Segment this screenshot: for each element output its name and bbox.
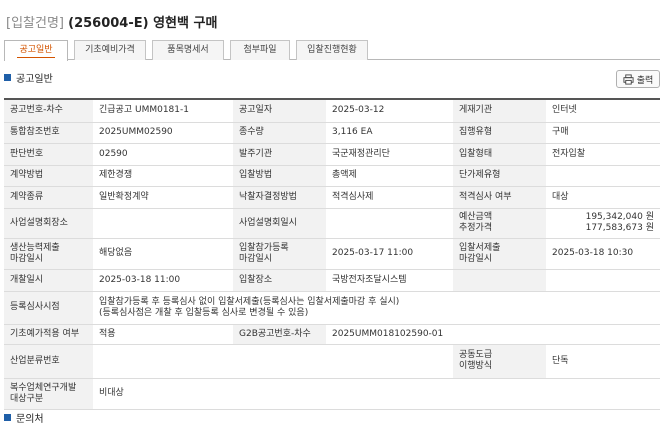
value-award-method: 적격심사제 (326, 186, 453, 209)
label-quantity: 종수량 (233, 122, 326, 144)
value-unit-price-type (546, 165, 660, 187)
section-bullet-icon (4, 74, 11, 81)
tab-bid-status[interactable]: 입찰진행현황 (296, 40, 368, 60)
value-qualification: 대상 (546, 186, 660, 209)
label-ref-no: 통합참조번호 (4, 122, 93, 144)
table-row: 개찰일시 2025-03-18 11:00 입찰장소 국방전자조달시스템 (4, 269, 660, 292)
value-industry-code (93, 344, 453, 379)
value-opening-time: 2025-03-18 11:00 (93, 269, 233, 292)
table-row: 판단번호 02590 발주기관 국군재정관리단 입찰형태 전자입찰 (4, 143, 660, 166)
bid-title-prefix: [입찰건명] (6, 16, 64, 31)
label-bid-method: 입찰방법 (233, 165, 326, 187)
tab-bar: 공고일반 기초예비가격 품목명세서 첨부파일 입찰진행현황 (4, 40, 660, 61)
contact-section-title: 문의처 (16, 414, 44, 425)
value-registration-deadline: 2025-03-17 11:00 (326, 238, 453, 270)
label-submission-deadline: 입찰서제출 마감일시 (453, 238, 546, 270)
label-notice-date: 공고일자 (233, 98, 326, 123)
value-bid-method: 총액제 (326, 165, 453, 187)
value-empty (546, 269, 660, 292)
label-bid-form: 입찰형태 (453, 143, 546, 166)
value-g2b-notice-no: 2025UMM018102590-01 (326, 324, 660, 345)
value-publisher: 인터넷 (546, 98, 660, 123)
table-row: 공고번호-차수 긴급공고 UMM0181-1 공고일자 2025-03-12 게… (4, 98, 660, 123)
value-ref-no: 2025UMM02590 (93, 122, 233, 144)
table-row: 통합참조번호 2025UMM02590 종수량 3,116 EA 집행유형 구매 (4, 122, 660, 144)
value-contract-method: 제한경쟁 (93, 165, 233, 187)
table-row: 복수업체연구개발 대상구분 비대상 (4, 378, 660, 410)
value-review-timing: 입찰참가등록 후 등록심사 없이 입찰서제출(등록심사는 입찰서제출마감 후 실… (93, 291, 660, 325)
value-notice-no: 긴급공고 UMM0181-1 (93, 98, 233, 123)
value-multi-vendor-rnd: 비대상 (93, 378, 233, 410)
label-ordering-org: 발주기관 (233, 143, 326, 166)
table-row: 등록심사시점 입찰참가등록 후 등록심사 없이 입찰서제출(등록심사는 입찰서제… (4, 291, 660, 325)
label-briefing-time: 사업설명회일시 (233, 208, 326, 239)
value-ordering-org: 국군재정관리단 (326, 143, 453, 166)
label-bid-place: 입찰장소 (233, 269, 326, 292)
label-review-timing: 등록심사시점 (4, 291, 93, 325)
table-row: 기초예가적용 여부 적용 G2B공고번호-차수 2025UMM018102590… (4, 324, 660, 345)
label-contract-method: 계약방법 (4, 165, 93, 187)
label-notice-no: 공고번호-차수 (4, 98, 93, 123)
value-quantity: 3,116 EA (326, 122, 453, 144)
value-bid-form: 전자입찰 (546, 143, 660, 166)
notice-info-table: 공고번호-차수 긴급공고 UMM0181-1 공고일자 2025-03-12 게… (4, 98, 660, 410)
label-judge-no: 판단번호 (4, 143, 93, 166)
value-capacity-deadline: 해당없음 (93, 238, 233, 270)
tab-base-price[interactable]: 기초예비가격 (74, 40, 146, 60)
label-contract-kind: 계약종류 (4, 186, 93, 209)
value-judge-no: 02590 (93, 143, 233, 166)
label-multi-vendor-rnd: 복수업체연구개발 대상구분 (4, 378, 93, 410)
tab-attachments[interactable]: 첨부파일 (230, 40, 290, 60)
label-opening-time: 개찰일시 (4, 269, 93, 292)
value-joint-contract: 단독 (546, 344, 660, 379)
print-label: 출력 (636, 75, 654, 86)
label-g2b-notice-no: G2B공고번호-차수 (233, 324, 326, 345)
table-row: 산업분류번호 공동도급 이행방식 단독 (4, 344, 660, 379)
contact-section-header: 문의처 (4, 410, 44, 425)
label-qualification: 적격심사 여부 (453, 186, 546, 209)
table-row: 계약방법 제한경쟁 입찰방법 총액제 단가제유형 (4, 165, 660, 187)
value-submission-deadline: 2025-03-18 10:30 (546, 238, 660, 270)
label-budget: 예산금액 추정가격 (453, 208, 546, 239)
table-row: 사업설명회장소 사업설명회일시 예산금액 추정가격 195,342,040 원 … (4, 208, 660, 239)
value-bid-place: 국방전자조달시스템 (326, 269, 453, 292)
table-row: 생산능력제출 마감일시 해당없음 입찰참가등록 마감일시 2025-03-17 … (4, 238, 660, 270)
label-exec-type: 집행유형 (453, 122, 546, 144)
value-exec-type: 구매 (546, 122, 660, 144)
value-budget: 195,342,040 원 177,583,673 원 (546, 208, 660, 239)
label-unit-price-type: 단가제유형 (453, 165, 546, 187)
label-base-price-applied: 기초예가적용 여부 (4, 324, 93, 345)
value-briefing-place (93, 208, 233, 239)
print-button[interactable]: 출력 (616, 70, 660, 88)
section-title: 공고일반 (16, 74, 53, 85)
label-joint-contract: 공동도급 이행방식 (453, 344, 546, 379)
bid-title-text: (256004-E) 영현백 구매 (68, 16, 218, 31)
label-briefing-place: 사업설명회장소 (4, 208, 93, 239)
tab-general[interactable]: 공고일반 (4, 40, 68, 61)
empty-cell (233, 378, 660, 410)
label-capacity-deadline: 생산능력제출 마감일시 (4, 238, 93, 270)
label-award-method: 낙찰자결정방법 (233, 186, 326, 209)
label-industry-code: 산업분류번호 (4, 344, 93, 379)
value-base-price-applied: 적용 (93, 324, 233, 345)
printer-icon (623, 73, 634, 85)
label-publisher: 게재기관 (453, 98, 546, 123)
value-notice-date: 2025-03-12 (326, 98, 453, 123)
label-empty (453, 269, 546, 292)
section-header: 공고일반 (4, 70, 53, 85)
bid-title: [입찰건명] (256004-E) 영현백 구매 (6, 12, 217, 31)
value-contract-kind: 일반확정계약 (93, 186, 233, 209)
label-registration-deadline: 입찰참가등록 마감일시 (233, 238, 326, 270)
value-briefing-time (326, 208, 453, 239)
table-row: 계약종류 일반확정계약 낙찰자결정방법 적격심사제 적격심사 여부 대상 (4, 186, 660, 209)
tab-item-spec[interactable]: 품목명세서 (152, 40, 224, 60)
